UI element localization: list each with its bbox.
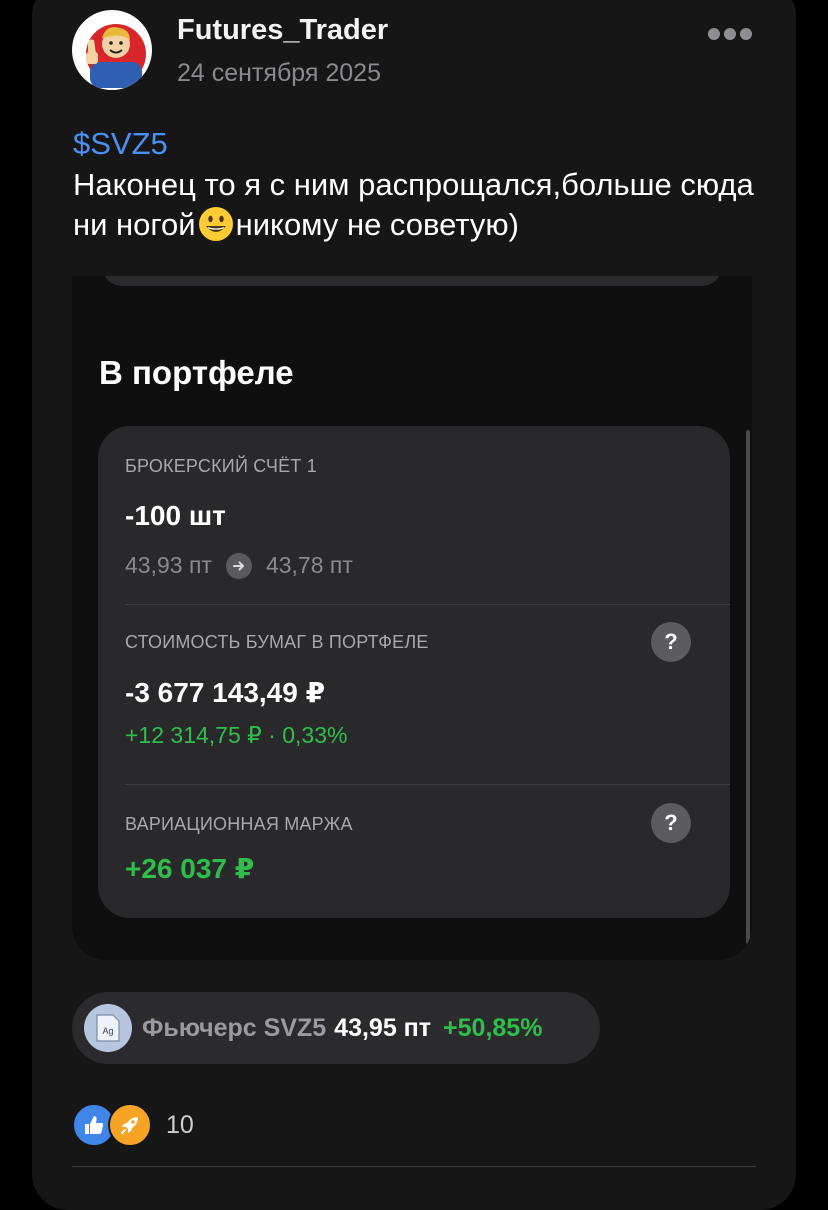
avatar[interactable] (72, 10, 152, 90)
price-to: 43,78 пт (265, 552, 353, 578)
post-text-part-2: никому не советую) (235, 207, 519, 242)
instrument-change: +50,85% (443, 1013, 543, 1042)
position-quantity: -100 шт (125, 500, 226, 531)
grinning-face-icon (198, 206, 234, 242)
divider (72, 1166, 756, 1167)
author-name[interactable]: Futures_Trader (177, 14, 388, 47)
sheet-edge (102, 276, 722, 286)
reaction-count: 10 (166, 1110, 194, 1139)
dot (724, 28, 736, 40)
instrument-icon-text: Ag (102, 1026, 113, 1036)
value-label: СТОИМОСТЬ БУМАГ В ПОРТФЕЛЕ (125, 632, 429, 652)
dot (708, 28, 720, 40)
margin-label: ВАРИАЦИОННАЯ МАРЖА (125, 814, 353, 834)
ticker-link[interactable]: $SVZ5 (73, 126, 168, 162)
divider (125, 604, 730, 605)
reactions[interactable]: 10 (72, 1103, 194, 1147)
post-date: 24 сентября 2025 (177, 59, 381, 87)
arrow-right-icon (225, 552, 252, 579)
portfolio-panel: БРОКЕРСКИЙ СЧЁТ 1 -100 шт 43,93 пт 43,78… (98, 426, 730, 918)
account-label: БРОКЕРСКИЙ СЧЁТ 1 (125, 456, 317, 476)
post-text: Наконец то я с ним распрощался,больше сю… (73, 165, 763, 245)
price-from: 43,93 пт (125, 552, 212, 578)
margin-value: +26 037 ₽ (125, 853, 255, 884)
rocket-icon[interactable] (108, 1103, 152, 1147)
more-options-icon[interactable] (708, 24, 756, 44)
portfolio-title: В портфеле (99, 354, 294, 391)
help-icon[interactable]: ? (651, 803, 691, 843)
price-change-row: 43,93 пт 43,78 пт (125, 552, 353, 579)
instrument-icon: Ag (84, 1004, 132, 1052)
help-icon[interactable]: ? (651, 622, 691, 662)
instrument-price: 43,95 пт (334, 1013, 432, 1042)
scrollbar[interactable] (746, 430, 750, 944)
portfolio-value: -3 677 143,49 ₽ (125, 677, 326, 708)
dot (740, 28, 752, 40)
vault-boy-avatar-icon (74, 12, 150, 88)
divider (125, 784, 730, 785)
value-change: +12 314,75 ₽ · 0,33% (125, 722, 348, 748)
instrument-chip[interactable]: Ag Фьючерс SVZ5 43,95 пт +50,85% (72, 992, 600, 1064)
instrument-name: Фьючерс SVZ5 (142, 1013, 327, 1042)
portfolio-screenshot[interactable]: В портфеле БРОКЕРСКИЙ СЧЁТ 1 -100 шт 43,… (72, 276, 752, 960)
